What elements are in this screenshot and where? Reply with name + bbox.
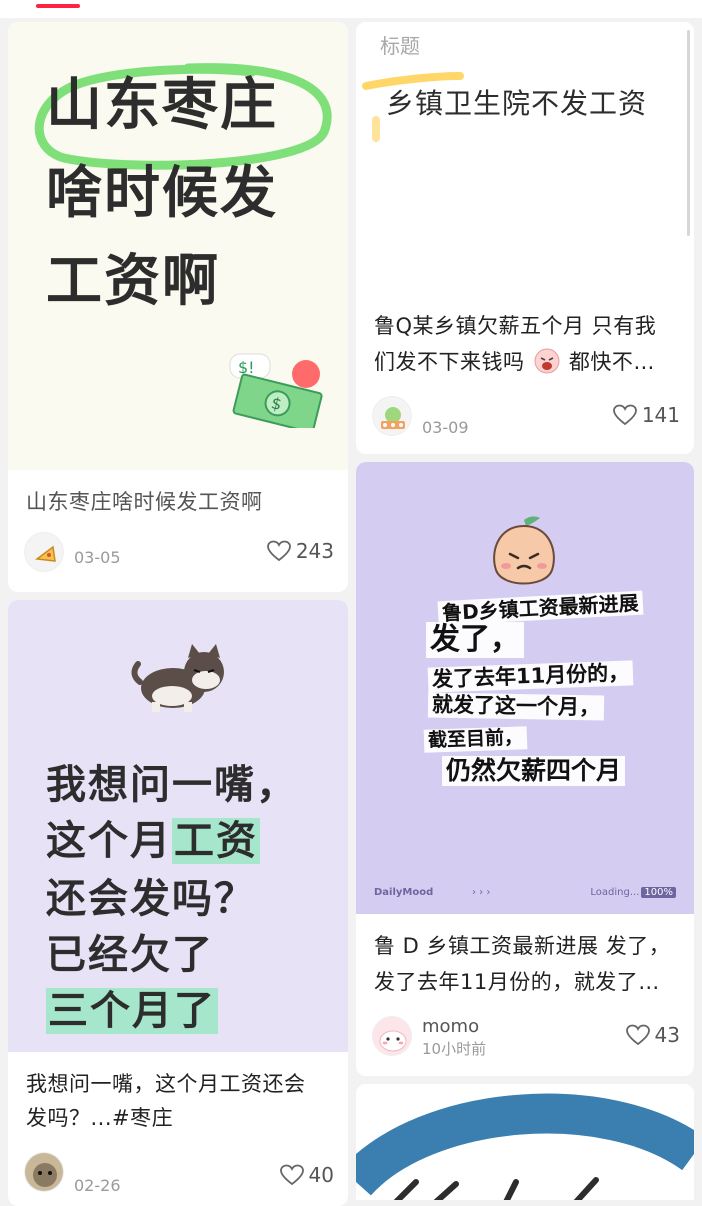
note-cover-image[interactable]: 山东枣庄 啥时候发 工资啊 $! $ (8, 22, 348, 470)
author-name[interactable]: momo (422, 1016, 479, 1037)
scrollbar[interactable] (687, 30, 690, 236)
cover-text-line: 已经欠了 (46, 932, 214, 978)
cover-footer-brand: DailyMood (374, 887, 434, 898)
note-cover-image[interactable]: 鲁D乡镇工资最新进展 发了， 发了去年11月份的， 就发了这一个月， 截至目前，… (356, 462, 694, 914)
note-title-line: 们发不下来钱吗 都快不… (374, 346, 680, 379)
cover-text-line: 仍然欠薪四个月 (442, 756, 626, 786)
cover-text-line: 还会发吗？ (46, 876, 256, 922)
like-button[interactable]: 141 (612, 402, 680, 428)
highlighted-text: 三个月了 (46, 988, 218, 1034)
post-time: 10小时前 (422, 1040, 487, 1058)
like-count: 43 (654, 1023, 680, 1047)
like-count: 141 (641, 403, 680, 427)
top-tab-bar (0, 0, 702, 18)
heart-icon (625, 1024, 650, 1046)
cover-text-line: 截至目前， (423, 726, 528, 753)
note-title: 山东枣庄啥时候发工资啊 (26, 490, 263, 514)
active-tab-indicator (36, 4, 80, 8)
cat-illustration-icon (131, 644, 224, 712)
note-cover-image[interactable]: 我想问一嘴， 这个月工资 还会发吗？ 已经欠了 三个月了 (8, 600, 348, 1052)
money-illustration-icon: $! $ (229, 353, 323, 428)
note-card[interactable]: 标题 乡镇卫生院不发工资 鲁Q某乡镇欠薪五个月 只有我 们发不下来钱吗 都快不…… (356, 22, 694, 454)
note-date: 03-09 (422, 418, 469, 437)
cover-text-line: 三个月了 (46, 978, 218, 1036)
cover-text-line: 啥时候发 (46, 161, 278, 226)
note-date: 02-26 (74, 1176, 121, 1195)
cover-text-line: 我想问一嘴， (46, 762, 298, 808)
like-count: 40 (308, 1163, 334, 1187)
note-meta: 03-09 141 (372, 396, 680, 438)
cover-text-line: 工资啊 (46, 249, 220, 314)
note-cover-image[interactable]: 标题 乡镇卫生院不发工资 (356, 22, 694, 312)
note-card[interactable]: 鲁D乡镇工资最新进展 发了， 发了去年11月份的， 就发了这一个月， 截至目前，… (356, 462, 694, 1076)
note-meta: momo 10小时前 43 (372, 1016, 680, 1058)
cat-avatar-icon (25, 1153, 63, 1191)
cover-text: 乡镇卫生院不发工资 (386, 87, 648, 120)
crying-face-emoji-icon (534, 348, 560, 374)
note-title-text: 们发不下来钱吗 (374, 350, 525, 374)
note-title-text: 都快不… (568, 350, 655, 374)
loading-percent: 100% (641, 887, 676, 898)
heart-icon (266, 540, 291, 562)
character-avatar-icon (379, 1030, 407, 1052)
cover-footer-loading: Loading... 100% (590, 887, 676, 898)
sushi-avatar-icon (381, 407, 405, 429)
note-title-line: 发了去年11月份的，就发了… (374, 970, 660, 994)
note-meta: 02-26 40 (24, 1152, 334, 1195)
note-date: 03-05 (74, 548, 121, 567)
like-button[interactable]: 40 (279, 1162, 334, 1188)
highlighted-text: 工资 (172, 818, 260, 864)
like-button[interactable]: 243 (266, 538, 334, 564)
note-card[interactable]: 山东枣庄 啥时候发 工资啊 $! $ 山东枣庄啥时候发工资啊 03-05 243 (8, 22, 348, 592)
avatar[interactable] (24, 1152, 64, 1192)
cover-text-line: 这个月工资 (46, 808, 260, 866)
cover-text-line: 发了去年11月份的， (427, 660, 634, 693)
heart-icon (612, 404, 637, 426)
pizza-avatar-icon (35, 545, 56, 562)
cover-text-line: 鲁D乡镇工资最新进展 (437, 590, 644, 626)
cover-artwork (356, 1084, 694, 1200)
cover-text: 这个月 (46, 818, 172, 864)
note-card[interactable]: 我想问一嘴， 这个月工资 还会发吗？ 已经欠了 三个月了 我想问一嘴，这个月工资… (8, 600, 348, 1206)
like-count: 243 (295, 539, 334, 563)
note-card[interactable] (356, 1084, 694, 1200)
radish-character-icon (493, 516, 555, 585)
cover-footer-arrows: › › › (472, 887, 491, 898)
note-title-line: 发吗？...#枣庄 (26, 1106, 174, 1130)
note-cover-image[interactable] (356, 1084, 694, 1200)
like-button[interactable]: 43 (625, 1022, 680, 1048)
note-title-line: 鲁Q某乡镇欠薪五个月 只有我 (374, 314, 657, 338)
note-title-line: 鲁 D 乡镇工资最新进展 发了， (374, 934, 671, 958)
cover-text-line: 就发了这一个月， (427, 692, 605, 721)
avatar[interactable] (24, 532, 64, 572)
loading-text: Loading... (590, 887, 640, 898)
note-title-line: 我想问一嘴，这个月工资还会 (26, 1072, 306, 1096)
avatar[interactable] (372, 396, 412, 436)
heart-icon (279, 1164, 304, 1186)
note-meta: 03-05 243 (24, 532, 334, 574)
cover-text-line: 山东枣庄 (46, 73, 278, 138)
cover-text-line: 发了， (426, 622, 524, 658)
avatar[interactable] (372, 1016, 412, 1056)
